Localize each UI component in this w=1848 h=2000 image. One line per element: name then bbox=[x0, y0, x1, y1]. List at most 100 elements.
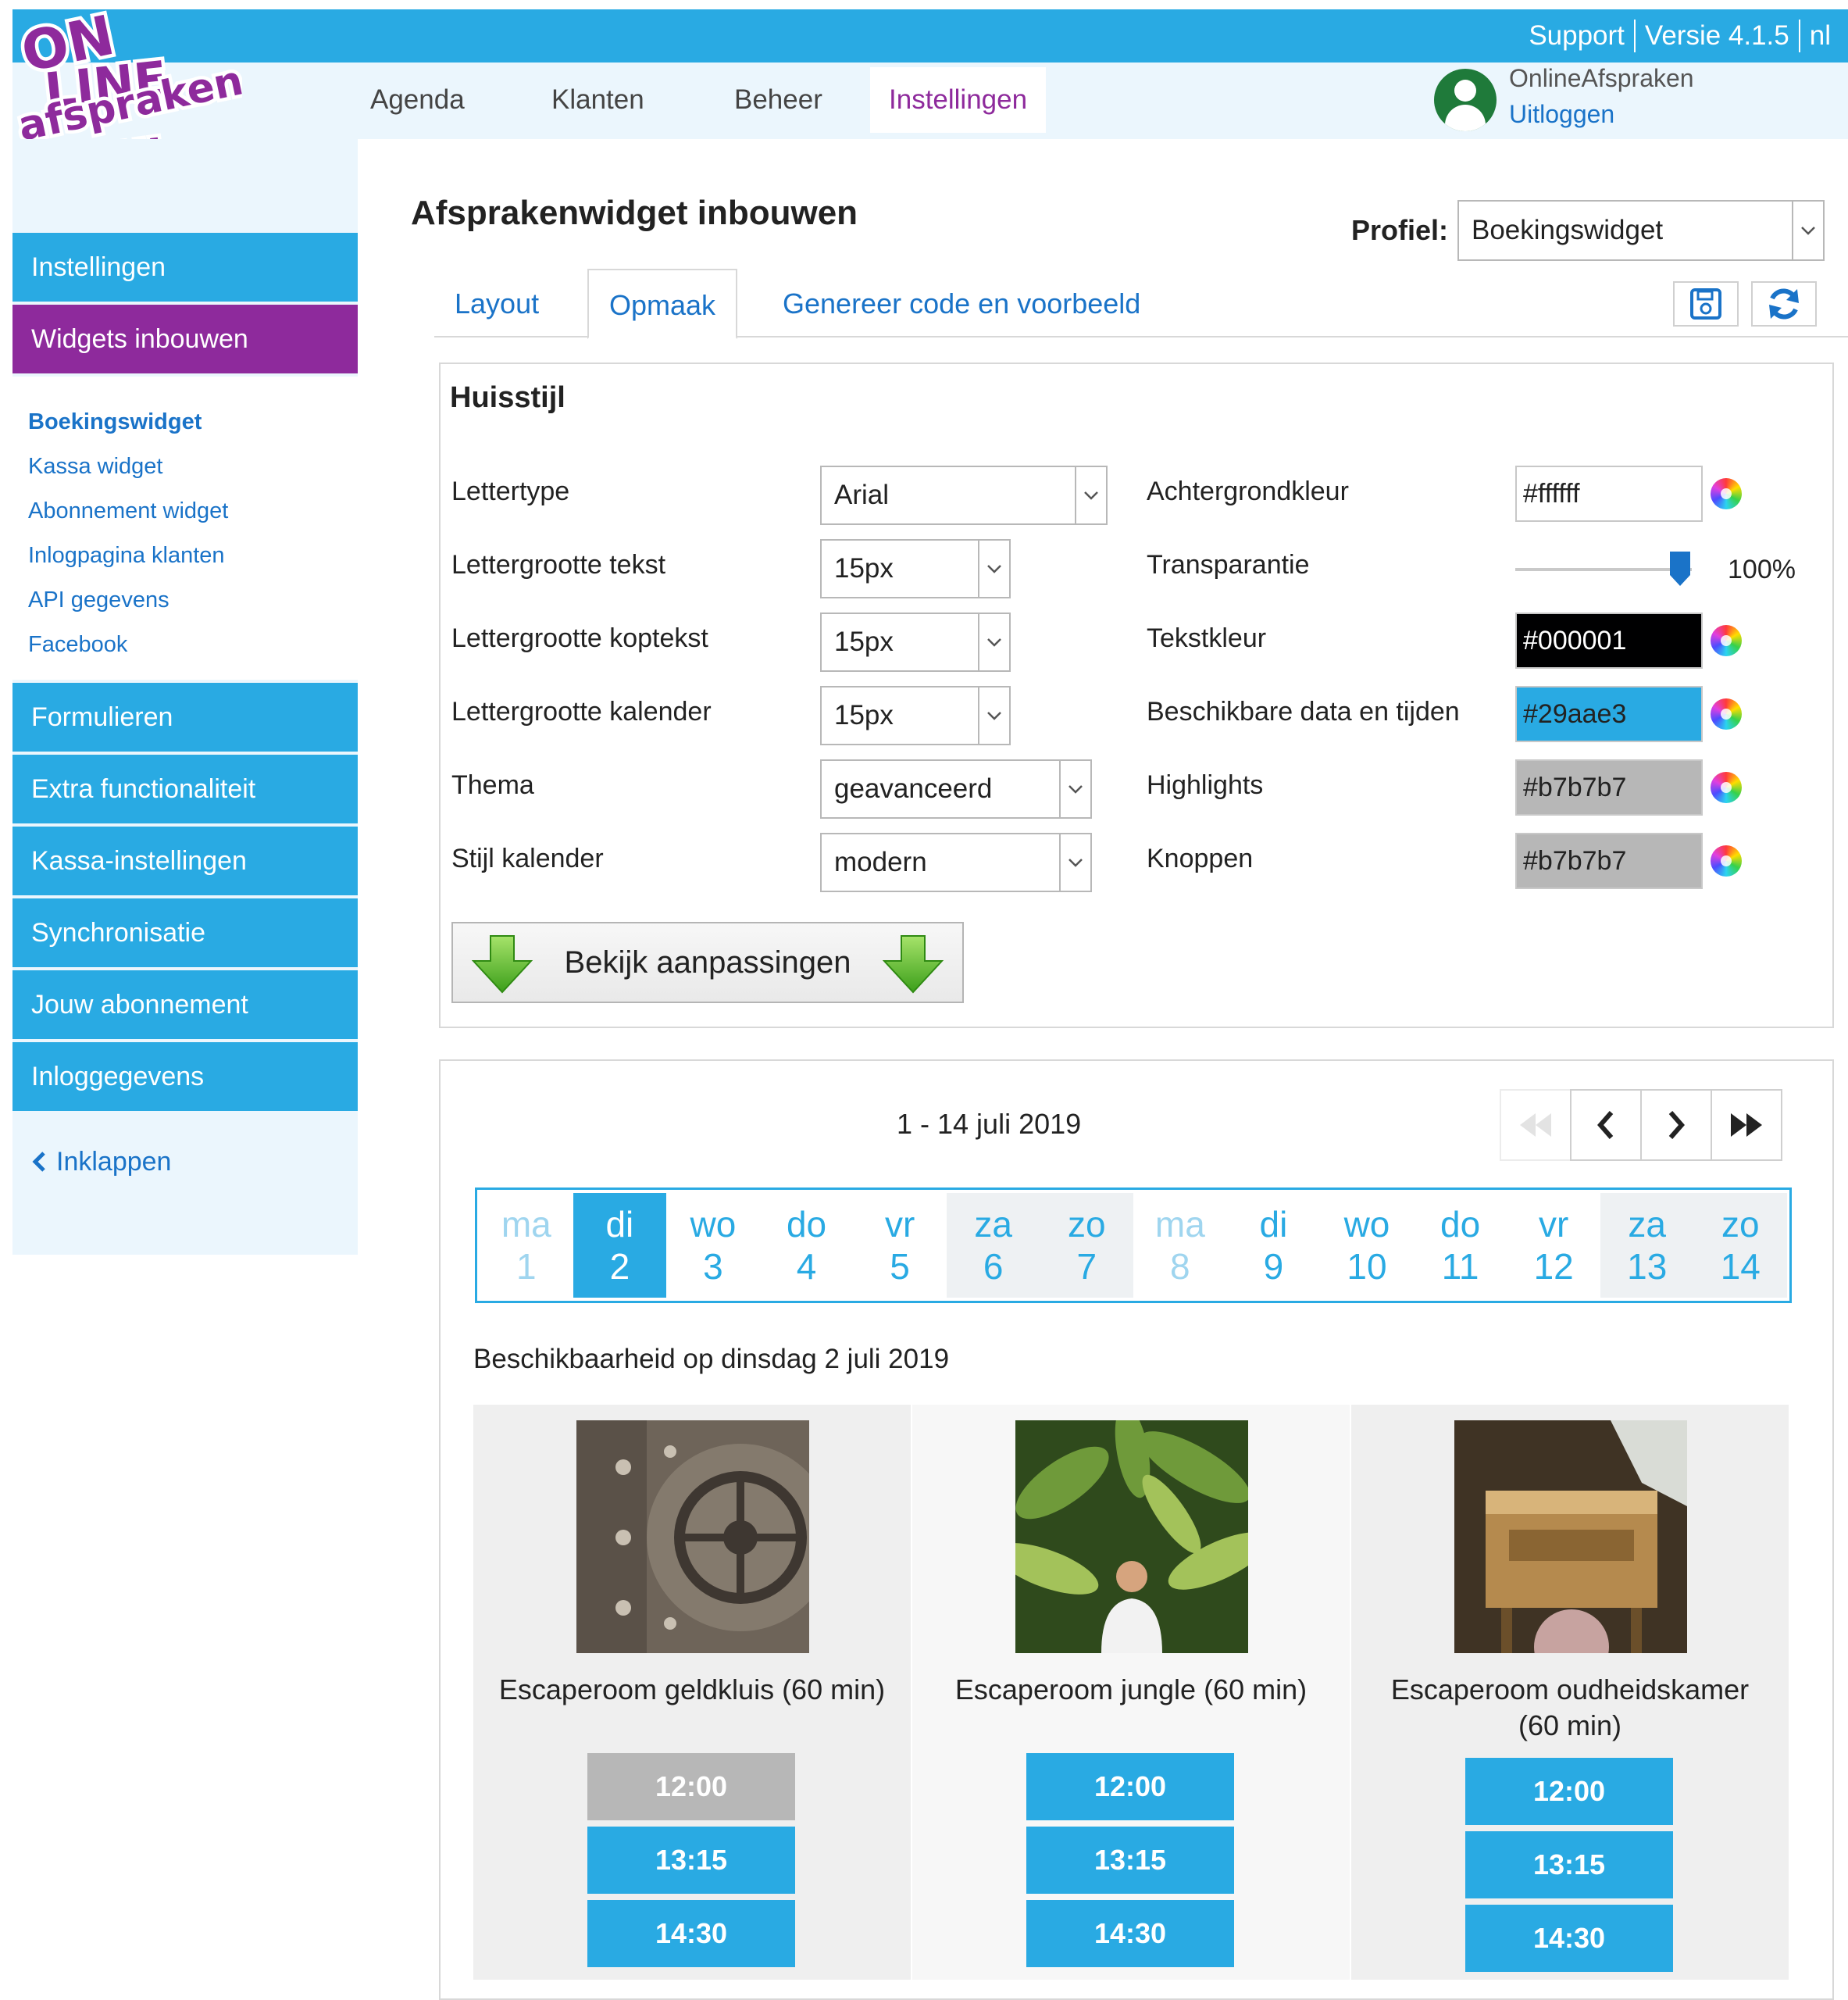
knoppen-label: Knoppen bbox=[1147, 844, 1254, 873]
lettergrootte-kalender-select[interactable]: 15px bbox=[820, 686, 1011, 745]
thema-select[interactable]: geavanceerd bbox=[820, 759, 1092, 819]
day-cell[interactable]: vr 5 bbox=[853, 1193, 947, 1298]
color-wheel-icon[interactable] bbox=[1711, 772, 1742, 803]
sidebar-item-instellingen[interactable]: Instellingen bbox=[12, 233, 358, 302]
beschikbare-data-input[interactable]: #29aae3 bbox=[1515, 686, 1703, 742]
slider-handle[interactable] bbox=[1668, 550, 1692, 588]
knoppen-input[interactable]: #b7b7b7 bbox=[1515, 833, 1703, 889]
subitem-facebook[interactable]: Facebook bbox=[12, 623, 358, 667]
highlights-input[interactable]: #b7b7b7 bbox=[1515, 759, 1703, 816]
language-switch[interactable]: nl bbox=[1800, 20, 1848, 52]
prev-icon bbox=[1597, 1111, 1614, 1139]
refresh-button[interactable] bbox=[1751, 281, 1817, 327]
tab-layout[interactable]: Layout bbox=[434, 269, 559, 338]
next-button[interactable] bbox=[1640, 1089, 1712, 1161]
day-cell[interactable]: zo 7 bbox=[1040, 1193, 1134, 1298]
date-range: 1 - 14 juli 2019 bbox=[897, 1108, 1082, 1140]
collapse-button[interactable]: Inklappen bbox=[31, 1147, 171, 1177]
achtergrondkleur-input[interactable]: #ffffff bbox=[1515, 466, 1703, 522]
sidebar-item-kassa[interactable]: Kassa-instellingen bbox=[12, 827, 358, 895]
save-icon bbox=[1690, 288, 1721, 320]
day-cell[interactable]: za 6 bbox=[946, 1193, 1040, 1298]
tab-genereer[interactable]: Genereer code en voorbeeld bbox=[762, 269, 1161, 338]
subitem-abonnement-widget[interactable]: Abonnement widget bbox=[12, 489, 358, 534]
sidebar-item-formulieren[interactable]: Formulieren bbox=[12, 683, 358, 752]
room-image-oudheidskamer[interactable] bbox=[1454, 1420, 1687, 1653]
first-page-button[interactable] bbox=[1500, 1089, 1572, 1161]
subitem-boekingswidget[interactable]: Boekingswidget bbox=[12, 400, 358, 445]
sidebar-item-widgets[interactable]: Widgets inbouwen bbox=[12, 305, 358, 373]
sidebar-item-sync[interactable]: Synchronisatie bbox=[12, 898, 358, 967]
transparantie-slider[interactable] bbox=[1515, 568, 1692, 571]
refresh-icon bbox=[1769, 288, 1799, 320]
day-cell[interactable]: za 13 bbox=[1600, 1193, 1694, 1298]
last-page-button[interactable] bbox=[1711, 1089, 1782, 1161]
subitem-inlogpagina[interactable]: Inlogpagina klanten bbox=[12, 534, 358, 578]
room-name: Escaperoom oudheidskamer (60 min) bbox=[1390, 1673, 1750, 1741]
lettergrootte-tekst-select[interactable]: 15px bbox=[820, 539, 1011, 598]
day-cell[interactable]: do 11 bbox=[1414, 1193, 1507, 1298]
time-slot-button[interactable]: 12:00 bbox=[1026, 1753, 1234, 1820]
prev-button[interactable] bbox=[1570, 1089, 1642, 1161]
day-cell[interactable]: vr 12 bbox=[1507, 1193, 1600, 1298]
chevron-down-icon bbox=[978, 688, 1009, 744]
tab-opmaak[interactable]: Opmaak bbox=[587, 269, 738, 339]
day-cell[interactable]: zo 14 bbox=[1693, 1193, 1788, 1298]
day-cell: ma 1 bbox=[501, 1204, 551, 1287]
lettergrootte-koptekst-select[interactable]: 15px bbox=[820, 612, 1011, 672]
color-wheel-icon[interactable] bbox=[1711, 698, 1742, 730]
profile-value: Boekingswidget bbox=[1472, 215, 1664, 245]
chevron-down-icon bbox=[1075, 467, 1106, 523]
room-image-vault[interactable] bbox=[576, 1420, 809, 1653]
day-cell[interactable]: wo 3 bbox=[666, 1193, 760, 1298]
day-cell-selected[interactable]: di 2 bbox=[573, 1193, 667, 1298]
nav-klanten[interactable]: Klanten bbox=[533, 67, 663, 133]
day-cell[interactable]: wo 10 bbox=[1320, 1193, 1414, 1298]
sidebar-submenu: Boekingswidget Kassa widget Abonnement w… bbox=[12, 377, 358, 680]
room-name: Escaperoom geldkluis (60 min) bbox=[498, 1673, 886, 1705]
time-slot-button[interactable]: 12:00 bbox=[1465, 1758, 1673, 1825]
day-cell[interactable]: di 9 bbox=[1227, 1193, 1321, 1298]
sidebar: Instellingen Widgets inbouwen Boekingswi… bbox=[12, 139, 358, 1255]
top-links: Support Versie 4.1.5 nl bbox=[1519, 9, 1848, 62]
chevron-left-icon bbox=[32, 1152, 45, 1172]
save-button[interactable] bbox=[1673, 281, 1739, 327]
user-avatar-icon bbox=[1434, 69, 1497, 131]
color-wheel-icon[interactable] bbox=[1711, 478, 1742, 509]
achtergrondkleur-label: Achtergrondkleur bbox=[1147, 477, 1349, 506]
subitem-api-gegevens[interactable]: API gegevens bbox=[12, 578, 358, 623]
first-page-icon bbox=[1520, 1113, 1551, 1137]
thema-value: geavanceerd bbox=[834, 773, 993, 804]
lettergrootte-koptekst-label: Lettergrootte koptekst bbox=[451, 623, 708, 653]
time-slot-button[interactable]: 13:15 bbox=[1026, 1827, 1234, 1894]
day-cell[interactable]: do 4 bbox=[760, 1193, 854, 1298]
color-wheel-icon[interactable] bbox=[1711, 625, 1742, 656]
beschikbare-data-label: Beschikbare data en tijden bbox=[1147, 697, 1460, 727]
version-link[interactable]: Versie 4.1.5 bbox=[1636, 20, 1799, 52]
chevron-down-icon bbox=[1059, 834, 1090, 891]
profile-select[interactable]: Boekingswidget bbox=[1457, 200, 1825, 261]
time-slot-button[interactable]: 14:30 bbox=[1026, 1900, 1234, 1967]
time-slot-button[interactable]: 14:30 bbox=[587, 1900, 795, 1967]
room-image-jungle[interactable] bbox=[1015, 1420, 1248, 1653]
nav-instellingen[interactable]: Instellingen bbox=[870, 67, 1047, 133]
nav-beheer[interactable]: Beheer bbox=[715, 67, 841, 133]
time-slot-button[interactable]: 13:15 bbox=[587, 1827, 795, 1894]
time-slot-button[interactable]: 12:00 bbox=[587, 1753, 795, 1820]
color-wheel-icon[interactable] bbox=[1711, 845, 1742, 877]
support-link[interactable]: Support bbox=[1519, 20, 1634, 52]
sidebar-item-abonnement[interactable]: Jouw abonnement bbox=[12, 970, 358, 1039]
logout-link[interactable]: Uitloggen bbox=[1509, 100, 1614, 129]
time-slot-button[interactable]: 13:15 bbox=[1465, 1831, 1673, 1898]
lettertype-select[interactable]: Arial bbox=[820, 466, 1108, 525]
nav-agenda[interactable]: Agenda bbox=[351, 67, 483, 133]
sidebar-item-inlog[interactable]: Inloggegevens bbox=[12, 1042, 358, 1111]
tekstkleur-input[interactable]: #000001 bbox=[1515, 612, 1703, 669]
time-slot-button[interactable]: 14:30 bbox=[1465, 1905, 1673, 1972]
subitem-kassa-widget[interactable]: Kassa widget bbox=[12, 445, 358, 489]
bekijk-aanpassingen-button[interactable]: Bekijk aanpassingen bbox=[451, 922, 964, 1003]
chevron-down-icon bbox=[978, 614, 1009, 670]
stijl-kalender-select[interactable]: modern bbox=[820, 833, 1092, 892]
sidebar-item-extra[interactable]: Extra functionaliteit bbox=[12, 755, 358, 823]
calendar-nav bbox=[1500, 1089, 1782, 1161]
